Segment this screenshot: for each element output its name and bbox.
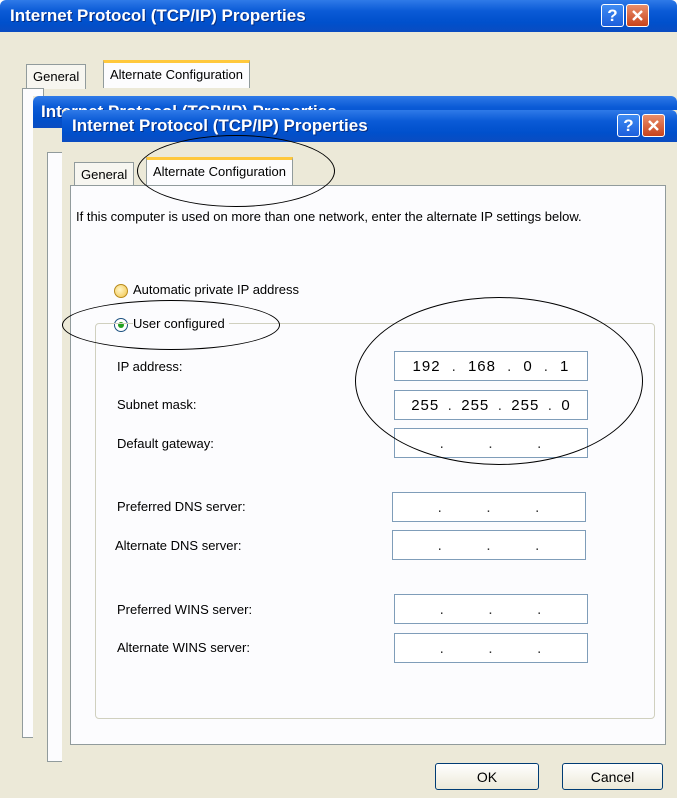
ok-button[interactable]: OK	[435, 763, 539, 790]
window-title: Internet Protocol (TCP/IP) Properties	[72, 116, 368, 135]
back-titlebar: Internet Protocol (TCP/IP) Properties ?	[0, 0, 677, 32]
preferred-wins-field[interactable]: . . .	[394, 594, 588, 624]
tab-general[interactable]: General	[74, 162, 135, 187]
alternate-wins-field[interactable]: . . .	[394, 633, 588, 663]
alternate-dns-label: Alternate DNS server:	[115, 538, 242, 553]
ip-address-field[interactable]: 192. 168. 0. 1	[394, 351, 588, 381]
back-help-button[interactable]: ?	[601, 4, 624, 27]
dialog: Internet Protocol (TCP/IP) Properties ? …	[62, 110, 677, 798]
close-icon	[632, 10, 643, 21]
tab-panel: If this computer is used on more than on…	[70, 185, 666, 745]
preferred-dns-field[interactable]: . . .	[392, 492, 586, 522]
subnet-mask-label: Subnet mask:	[117, 397, 197, 412]
back-window-title: Internet Protocol (TCP/IP) Properties	[10, 6, 306, 25]
preferred-dns-label: Preferred DNS server:	[117, 499, 246, 514]
intro-text: If this computer is used on more than on…	[76, 209, 582, 224]
alternate-dns-field[interactable]: . . .	[392, 530, 586, 560]
alternate-wins-label: Alternate WINS server:	[117, 640, 250, 655]
help-icon: ?	[623, 115, 634, 135]
automatic-ip-radio[interactable]	[114, 284, 128, 298]
subnet-mask-field[interactable]: 255. 255. 255. 0	[394, 390, 588, 420]
close-button[interactable]	[642, 114, 665, 137]
titlebar: Internet Protocol (TCP/IP) Properties ?	[62, 110, 677, 142]
cancel-button[interactable]: Cancel	[562, 763, 663, 790]
close-icon	[648, 120, 659, 131]
back-close-button[interactable]	[626, 4, 649, 27]
help-button[interactable]: ?	[617, 114, 640, 137]
automatic-ip-label: Automatic private IP address	[133, 282, 299, 297]
back-tab-alternate[interactable]: Alternate Configuration	[103, 60, 250, 88]
ip-address-label: IP address:	[117, 359, 183, 374]
default-gateway-label: Default gateway:	[117, 436, 214, 451]
user-configured-label: User configured	[133, 316, 229, 331]
preferred-wins-label: Preferred WINS server:	[117, 602, 253, 617]
back-tab-general[interactable]: General	[26, 64, 87, 89]
default-gateway-field[interactable]: . . .	[394, 428, 588, 458]
tab-alternate-configuration[interactable]: Alternate Configuration	[146, 157, 293, 185]
